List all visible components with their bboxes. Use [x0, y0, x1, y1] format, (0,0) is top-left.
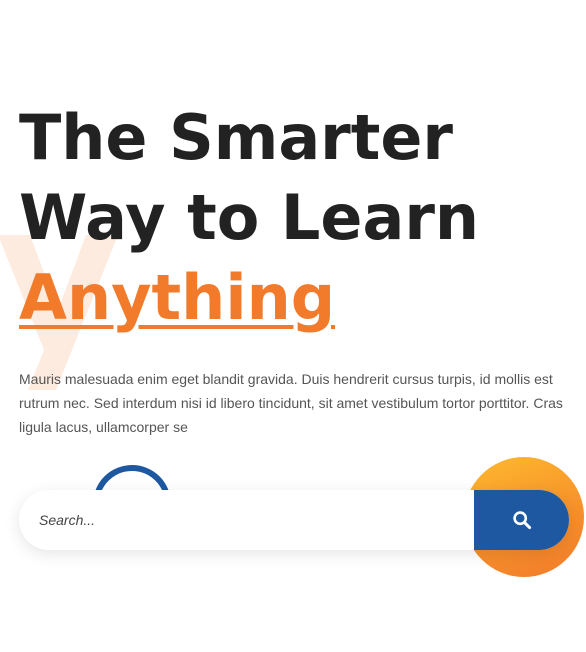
search-icon: [512, 511, 531, 530]
search-bar: [19, 490, 569, 550]
hero-section: The Smarter Way to Learn Anything Mauris…: [0, 0, 586, 652]
search-button[interactable]: [474, 490, 569, 550]
headline-highlight-word: Anything: [19, 261, 336, 334]
headline-line-2: Way to Learn: [19, 181, 480, 254]
search-input[interactable]: [19, 490, 474, 550]
headline-line-1: The Smarter: [19, 101, 453, 174]
hero-headline: The Smarter Way to Learn Anything: [19, 98, 479, 338]
hero-description: Mauris malesuada enim eget blandit gravi…: [19, 371, 563, 435]
